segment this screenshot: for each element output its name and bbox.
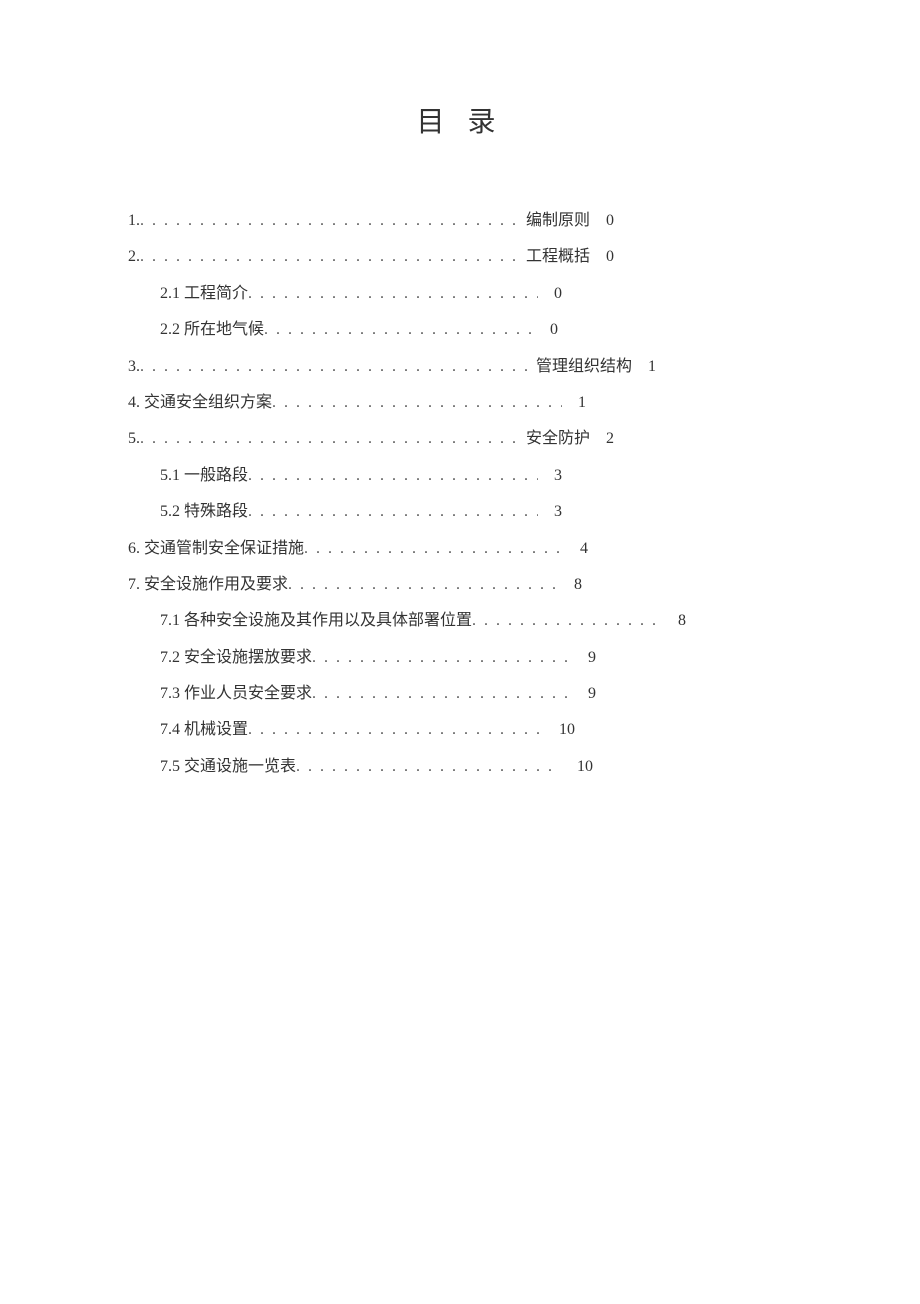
table-of-contents: 1.. . . . . . . . . . . . . . . . . . . …: [128, 210, 792, 778]
toc-leader-dots: . . . . . . . . . . . . . . . . . . . . …: [140, 428, 520, 450]
toc-leader-dots: . . . . . . . . . . . . . . . . . . . . …: [296, 756, 561, 778]
toc-entry-prefix: 7.3 作业人员安全要求: [160, 683, 312, 705]
toc-leader-dots: . . . . . . . . . . . . . . . . . . . . …: [312, 683, 572, 705]
toc-entry: 2.2 所在地气候. . . . . . . . . . . . . . . .…: [160, 319, 792, 341]
toc-page-number: 0: [590, 246, 614, 268]
toc-entry: 6. 交通管制安全保证措施. . . . . . . . . . . . . .…: [128, 538, 792, 560]
toc-entry: 7.2 安全设施摆放要求. . . . . . . . . . . . . . …: [160, 647, 792, 669]
toc-entry-prefix: 6. 交通管制安全保证措施: [128, 538, 304, 560]
toc-leader-dots: . . . . . . . . . . . . . . . . . . . . …: [140, 246, 520, 268]
toc-leader-dots: . . . . . . . . . . . . . . . . . . . . …: [472, 610, 662, 632]
toc-page-number: 8: [558, 574, 582, 596]
toc-entry-label: 工程概括: [520, 246, 590, 268]
toc-page-number: 0: [590, 210, 614, 232]
toc-entry-prefix: 7.1 各种安全设施及其作用以及具体部署位置: [160, 610, 472, 632]
toc-leader-dots: . . . . . . . . . . . . . . . . . . . . …: [248, 283, 538, 305]
toc-page-number: 8: [662, 610, 686, 632]
toc-page-number: 0: [538, 283, 562, 305]
toc-page-number: 10: [561, 756, 593, 778]
toc-page-number: 1: [632, 356, 656, 378]
toc-page-number: 10: [543, 719, 575, 741]
toc-leader-dots: . . . . . . . . . . . . . . . . . . . . …: [312, 647, 572, 669]
toc-page-number: 9: [572, 683, 596, 705]
toc-entry: 5.2 特殊路段. . . . . . . . . . . . . . . . …: [160, 501, 792, 523]
toc-entry: 7.4 机械设置. . . . . . . . . . . . . . . . …: [160, 719, 792, 741]
toc-leader-dots: . . . . . . . . . . . . . . . . . . . . …: [264, 319, 534, 341]
toc-entry: 3.. . . . . . . . . . . . . . . . . . . …: [128, 356, 792, 378]
toc-entry-prefix: 5.2 特殊路段: [160, 501, 248, 523]
toc-page-number: 2: [590, 428, 614, 450]
toc-entry-prefix: 7.2 安全设施摆放要求: [160, 647, 312, 669]
toc-entry-prefix: 5.: [128, 428, 140, 450]
toc-entry-label: 安全防护: [520, 428, 590, 450]
toc-entry: 7. 安全设施作用及要求. . . . . . . . . . . . . . …: [128, 574, 792, 596]
toc-entry: 2.1 工程简介. . . . . . . . . . . . . . . . …: [160, 283, 792, 305]
toc-entry: 4. 交通安全组织方案. . . . . . . . . . . . . . .…: [128, 392, 792, 414]
toc-entry: 5.1 一般路段. . . . . . . . . . . . . . . . …: [160, 465, 792, 487]
toc-entry: 1.. . . . . . . . . . . . . . . . . . . …: [128, 210, 792, 232]
toc-leader-dots: . . . . . . . . . . . . . . . . . . . . …: [304, 538, 564, 560]
toc-page-number: 1: [562, 392, 586, 414]
toc-entry-prefix: 7.4 机械设置: [160, 719, 248, 741]
toc-entry-prefix: 4. 交通安全组织方案: [128, 392, 272, 414]
toc-leader-dots: . . . . . . . . . . . . . . . . . . . . …: [288, 574, 558, 596]
toc-leader-dots: . . . . . . . . . . . . . . . . . . . . …: [140, 210, 520, 232]
toc-page-number: 4: [564, 538, 588, 560]
toc-entry: 7.3 作业人员安全要求. . . . . . . . . . . . . . …: [160, 683, 792, 705]
toc-leader-dots: . . . . . . . . . . . . . . . . . . . . …: [272, 392, 562, 414]
toc-page-number: 9: [572, 647, 596, 669]
toc-leader-dots: . . . . . . . . . . . . . . . . . . . . …: [140, 356, 530, 378]
toc-page-number: 0: [534, 319, 558, 341]
toc-entry: 5.. . . . . . . . . . . . . . . . . . . …: [128, 428, 792, 450]
toc-entry: 2.. . . . . . . . . . . . . . . . . . . …: [128, 246, 792, 268]
toc-entry-prefix: 7.5 交通设施一览表: [160, 756, 296, 778]
toc-entry-prefix: 7. 安全设施作用及要求: [128, 574, 288, 596]
toc-entry-prefix: 2.1 工程简介: [160, 283, 248, 305]
toc-leader-dots: . . . . . . . . . . . . . . . . . . . . …: [248, 465, 538, 487]
toc-entry-prefix: 2.2 所在地气候: [160, 319, 264, 341]
toc-page-number: 3: [538, 501, 562, 523]
toc-leader-dots: . . . . . . . . . . . . . . . . . . . . …: [248, 719, 543, 741]
toc-entry: 7.5 交通设施一览表. . . . . . . . . . . . . . .…: [160, 756, 792, 778]
toc-entry-label: 编制原则: [520, 210, 590, 232]
page-title: 目 录: [0, 100, 920, 140]
toc-leader-dots: . . . . . . . . . . . . . . . . . . . . …: [248, 501, 538, 523]
toc-entry-prefix: 3.: [128, 356, 140, 378]
toc-entry-prefix: 1.: [128, 210, 140, 232]
toc-entry-prefix: 5.1 一般路段: [160, 465, 248, 487]
toc-entry-label: 管理组织结构: [530, 356, 632, 378]
toc-entry: 7.1 各种安全设施及其作用以及具体部署位置. . . . . . . . . …: [160, 610, 792, 632]
toc-entry-prefix: 2.: [128, 246, 140, 268]
toc-page-number: 3: [538, 465, 562, 487]
